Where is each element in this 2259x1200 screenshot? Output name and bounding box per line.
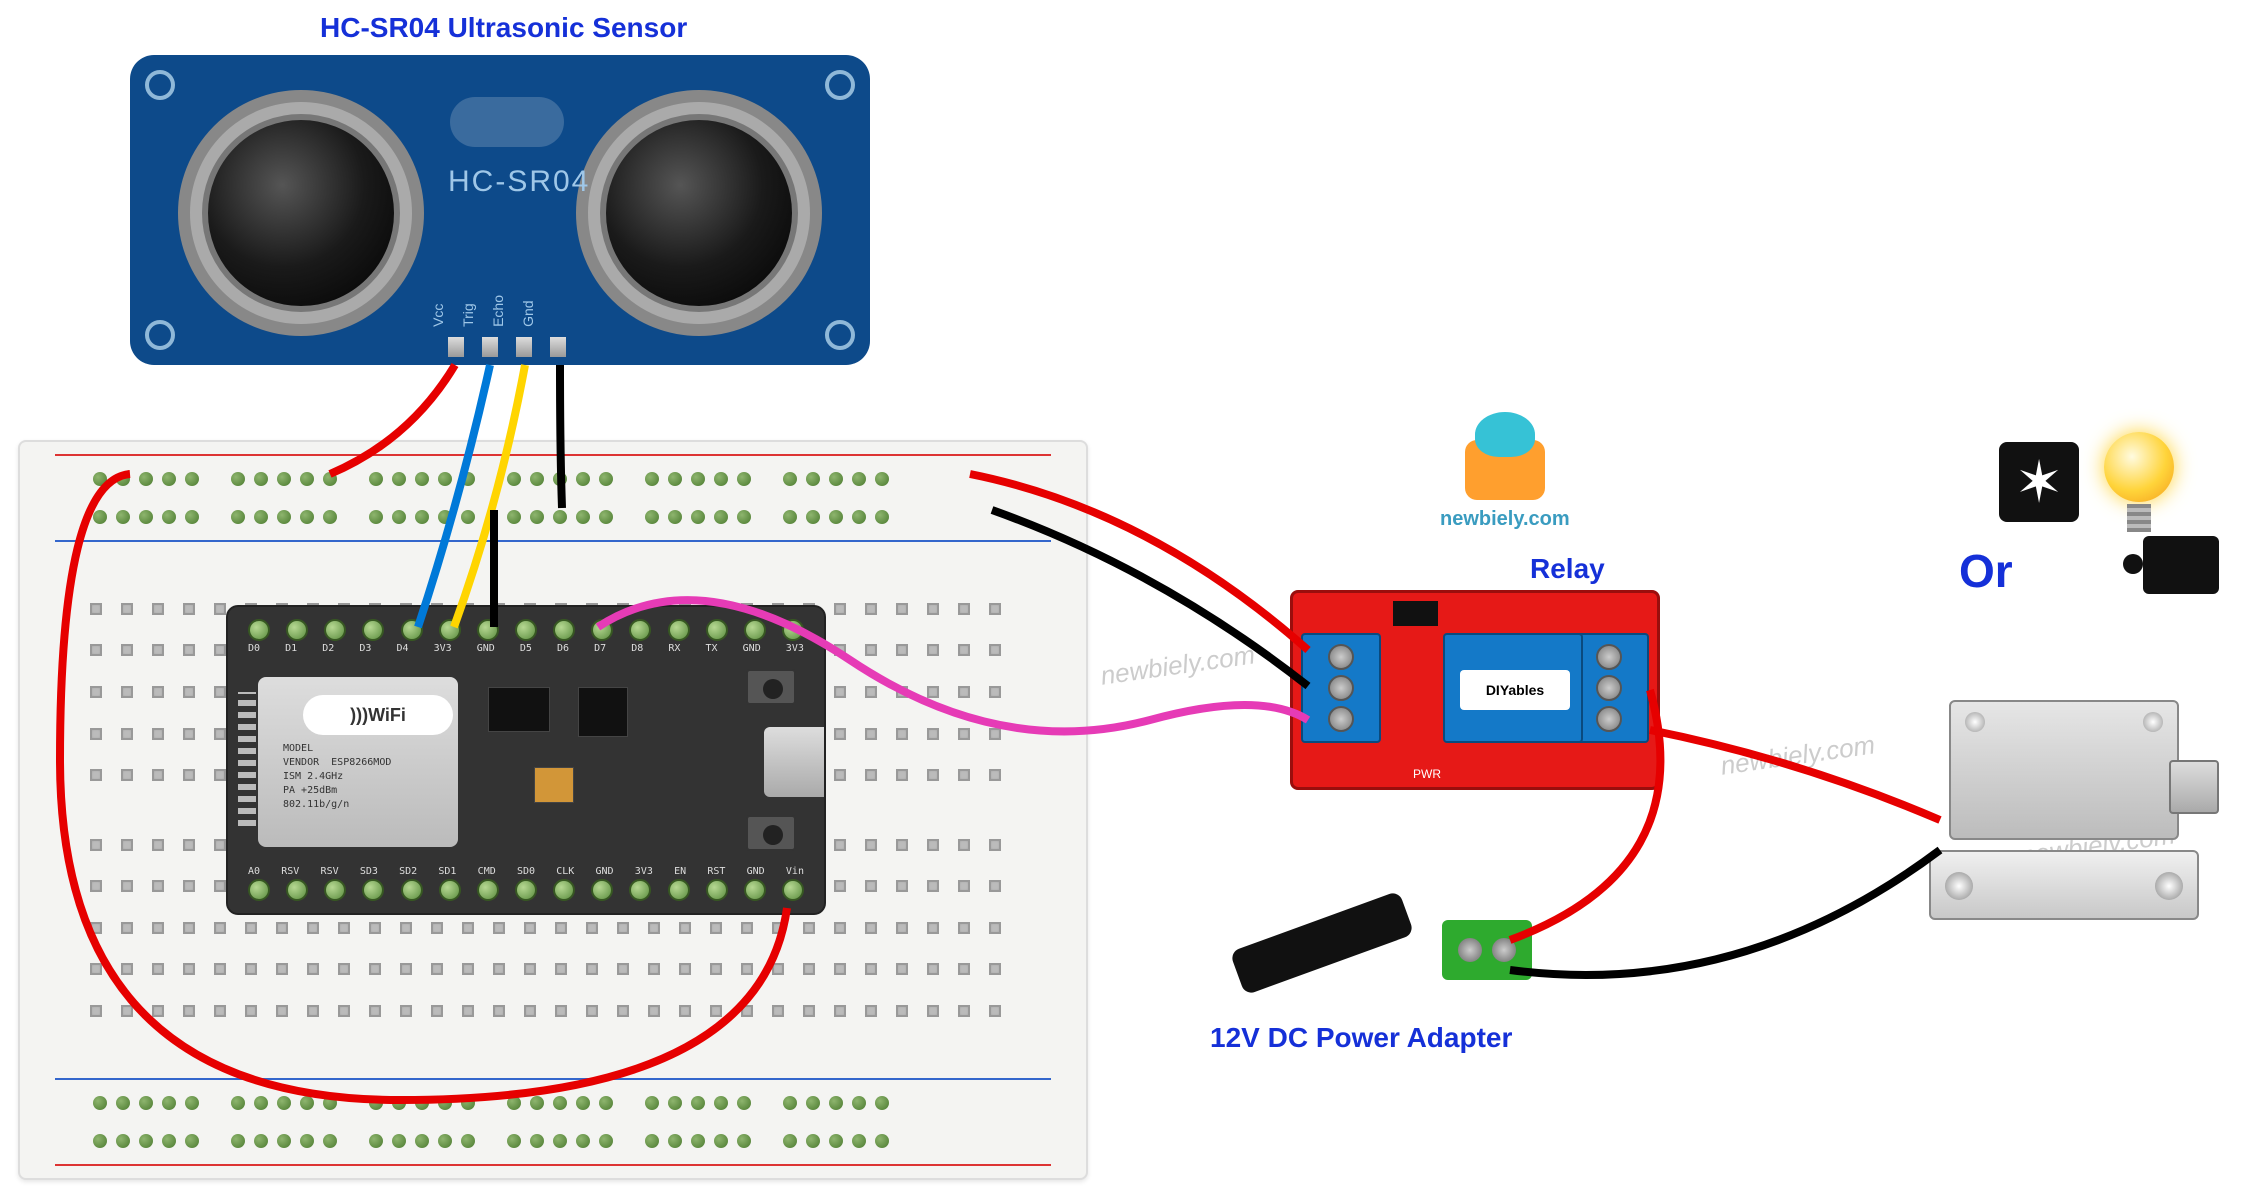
fan-icon — [1999, 442, 2079, 522]
breadboard-rail-bottom — [55, 1084, 1051, 1160]
breadboard-rail-top — [55, 460, 1051, 536]
chip-cp2102 — [578, 687, 628, 737]
micro-usb-port — [764, 727, 824, 797]
watermark: newbiely.com — [1099, 639, 1257, 691]
ultrasonic-model-text: HC-SR04 — [448, 165, 590, 199]
ultrasonic-sensor: HC-SR04 Vcc Trig Echo Gnd — [130, 55, 870, 365]
nodemcu-esp8266: D0D1D2D3D43V3GNDD5D6D7D8RXTXGND3V3 A0RSV… — [226, 605, 826, 915]
relay-brand-label: DIYables — [1460, 670, 1570, 710]
ultrasonic-title-label: HC-SR04 Ultrasonic Sensor — [320, 12, 687, 44]
bulb-icon — [2099, 432, 2179, 532]
wire-relay-no-load-red — [1650, 730, 1940, 820]
flash-button — [746, 669, 796, 705]
transducer-right — [576, 90, 822, 336]
or-text: Or — [1959, 544, 2013, 598]
relay-jumper — [1393, 601, 1438, 626]
reset-button — [746, 815, 796, 851]
watermark: newbiely.com — [1719, 729, 1877, 781]
relay-title-label: Relay — [1530, 553, 1605, 585]
relay-pwr-label: PWR — [1413, 767, 1441, 781]
owl-icon — [1465, 440, 1545, 500]
ultrasonic-pin-labels: Vcc Trig Echo Gnd — [430, 295, 536, 327]
wifi-logo: ))) WiFi — [303, 695, 453, 735]
pump-icon — [2143, 536, 2219, 594]
dc-adapter-label: 12V DC Power Adapter — [1210, 1022, 1512, 1054]
logo-text: newbiely.com — [1440, 508, 1570, 531]
chip-capacitor — [534, 767, 574, 803]
dc-barrel-plug — [1230, 891, 1415, 996]
dc-screw-terminal — [1442, 920, 1532, 980]
load-devices: Or — [1959, 432, 2219, 598]
transducer-left — [178, 90, 424, 336]
solenoid-lock — [1919, 700, 2219, 920]
relay-input-terminal — [1301, 633, 1381, 743]
esp8266-shield: ))) WiFi MODEL VENDOR ESP8266MOD ISM 2.4… — [258, 677, 458, 847]
shield-text: MODEL VENDOR ESP8266MOD ISM 2.4GHz PA +2… — [283, 742, 391, 812]
relay-cube: DIYables — [1443, 633, 1583, 743]
dc-power-adapter — [1232, 880, 1532, 1000]
wire-dcminus-load-black — [1510, 850, 1940, 975]
newbiely-logo: newbiely.com — [1440, 440, 1570, 531]
chip-ams1117 — [488, 687, 550, 732]
relay-module: DIYables PWR — [1290, 590, 1660, 790]
wifi-antenna-icon — [238, 692, 256, 832]
